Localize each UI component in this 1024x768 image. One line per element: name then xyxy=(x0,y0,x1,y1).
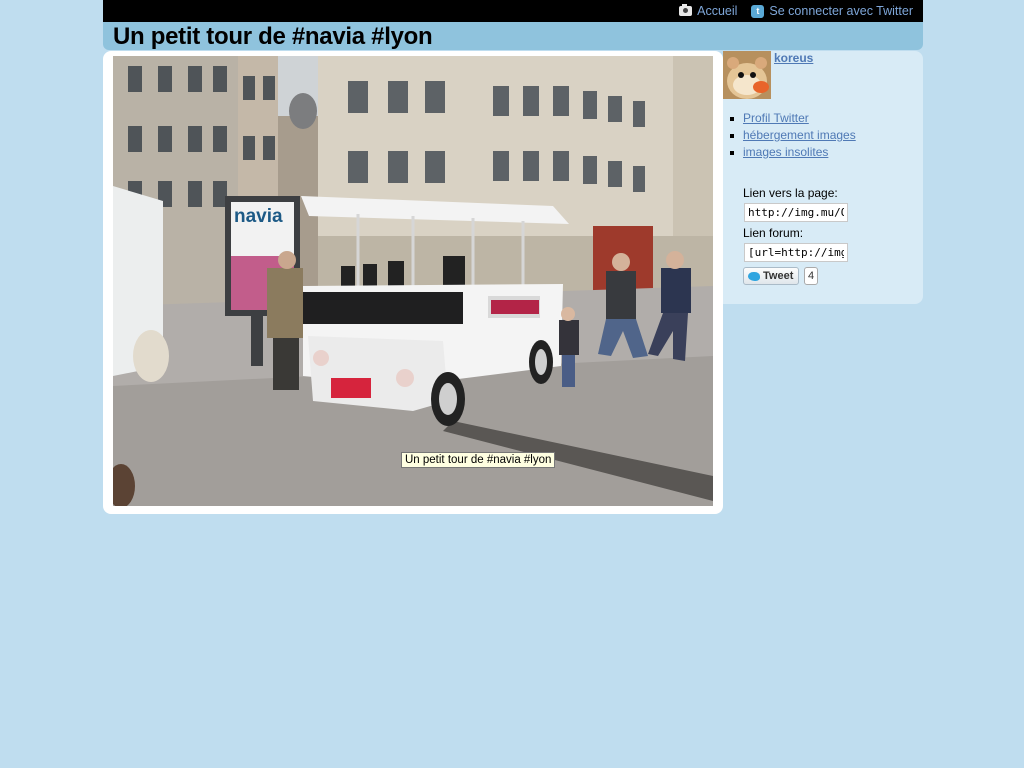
photo-image: navia xyxy=(113,56,713,506)
twitter-connect-label: Se connecter avec Twitter xyxy=(769,4,913,18)
title-bar: Un petit tour de #navia #lyon xyxy=(103,22,923,50)
navia-sign-text: navia xyxy=(234,206,283,227)
avatar[interactable] xyxy=(723,51,771,99)
top-nav: Accueil t Se connecter avec Twitter xyxy=(679,0,913,22)
forum-link-label: Lien forum: xyxy=(743,226,804,240)
camera-icon xyxy=(679,4,693,16)
sidebar-item-unusual: images insolites xyxy=(730,144,856,161)
sidebar: koreus Profil Twitter hébergement images… xyxy=(723,51,923,304)
photo-card: navia Un petit tour de #navia #lyon xyxy=(103,51,723,514)
profile-twitter-link[interactable]: Profil Twitter xyxy=(743,111,809,125)
image-hosting-link[interactable]: hébergement images xyxy=(743,128,856,142)
tweet-button[interactable]: Tweet xyxy=(743,267,799,285)
sidebar-item-profile: Profil Twitter xyxy=(730,110,856,127)
page-link-input[interactable] xyxy=(744,203,848,222)
main-photo[interactable]: navia xyxy=(113,56,713,506)
sidebar-links: Profil Twitter hébergement images images… xyxy=(730,110,856,161)
photo-tooltip: Un petit tour de #navia #lyon xyxy=(401,452,556,468)
username-link[interactable]: koreus xyxy=(774,51,813,65)
tweet-count-badge: 4 xyxy=(804,267,819,285)
top-bar: Accueil t Se connecter avec Twitter xyxy=(103,0,923,22)
page-link-label: Lien vers la page: xyxy=(743,186,838,200)
forum-link-input[interactable] xyxy=(744,243,848,262)
sidebar-item-hosting: hébergement images xyxy=(730,127,856,144)
twitter-icon: t xyxy=(751,4,765,18)
unusual-images-link[interactable]: images insolites xyxy=(743,145,828,159)
home-link-label: Accueil xyxy=(697,4,738,18)
twitter-connect-link[interactable]: t Se connecter avec Twitter xyxy=(751,4,913,18)
home-link[interactable]: Accueil xyxy=(679,4,737,18)
tweet-button-label: Tweet xyxy=(763,270,794,282)
hamster-avatar-image xyxy=(723,51,771,99)
twitter-bird-icon xyxy=(748,271,760,281)
page-title: Un petit tour de #navia #lyon xyxy=(113,23,433,50)
